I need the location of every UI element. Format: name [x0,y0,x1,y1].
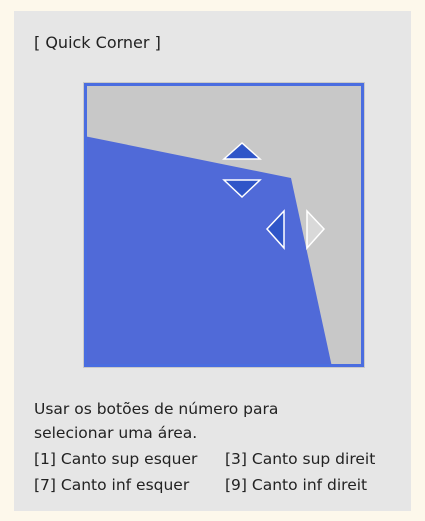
quick-corner-panel: [ Quick Corner ] Usar os botões de númer… [14,11,411,511]
keystone-preview [83,82,365,368]
help-line-1: Usar os botões de número para [34,400,279,418]
corner-key-1: [1] Canto sup esquer [34,450,198,468]
corner-key-3: [3] Canto sup direit [225,450,376,468]
corner-key-9: [9] Canto inf direit [225,476,368,494]
preview-canvas [84,83,364,367]
corner-key-7: [7] Canto inf esquer [34,476,190,494]
corner-keys-bottom: [7] Canto inf esquer [9] Canto inf direit [34,473,404,497]
help-line-2: selecionar uma área. [34,424,198,442]
help-text: Usar os botões de número para selecionar… [34,397,404,497]
dialog-title: [ Quick Corner ] [34,33,161,52]
corner-keys-top: [1] Canto sup esquer [3] Canto sup direit [34,447,404,471]
